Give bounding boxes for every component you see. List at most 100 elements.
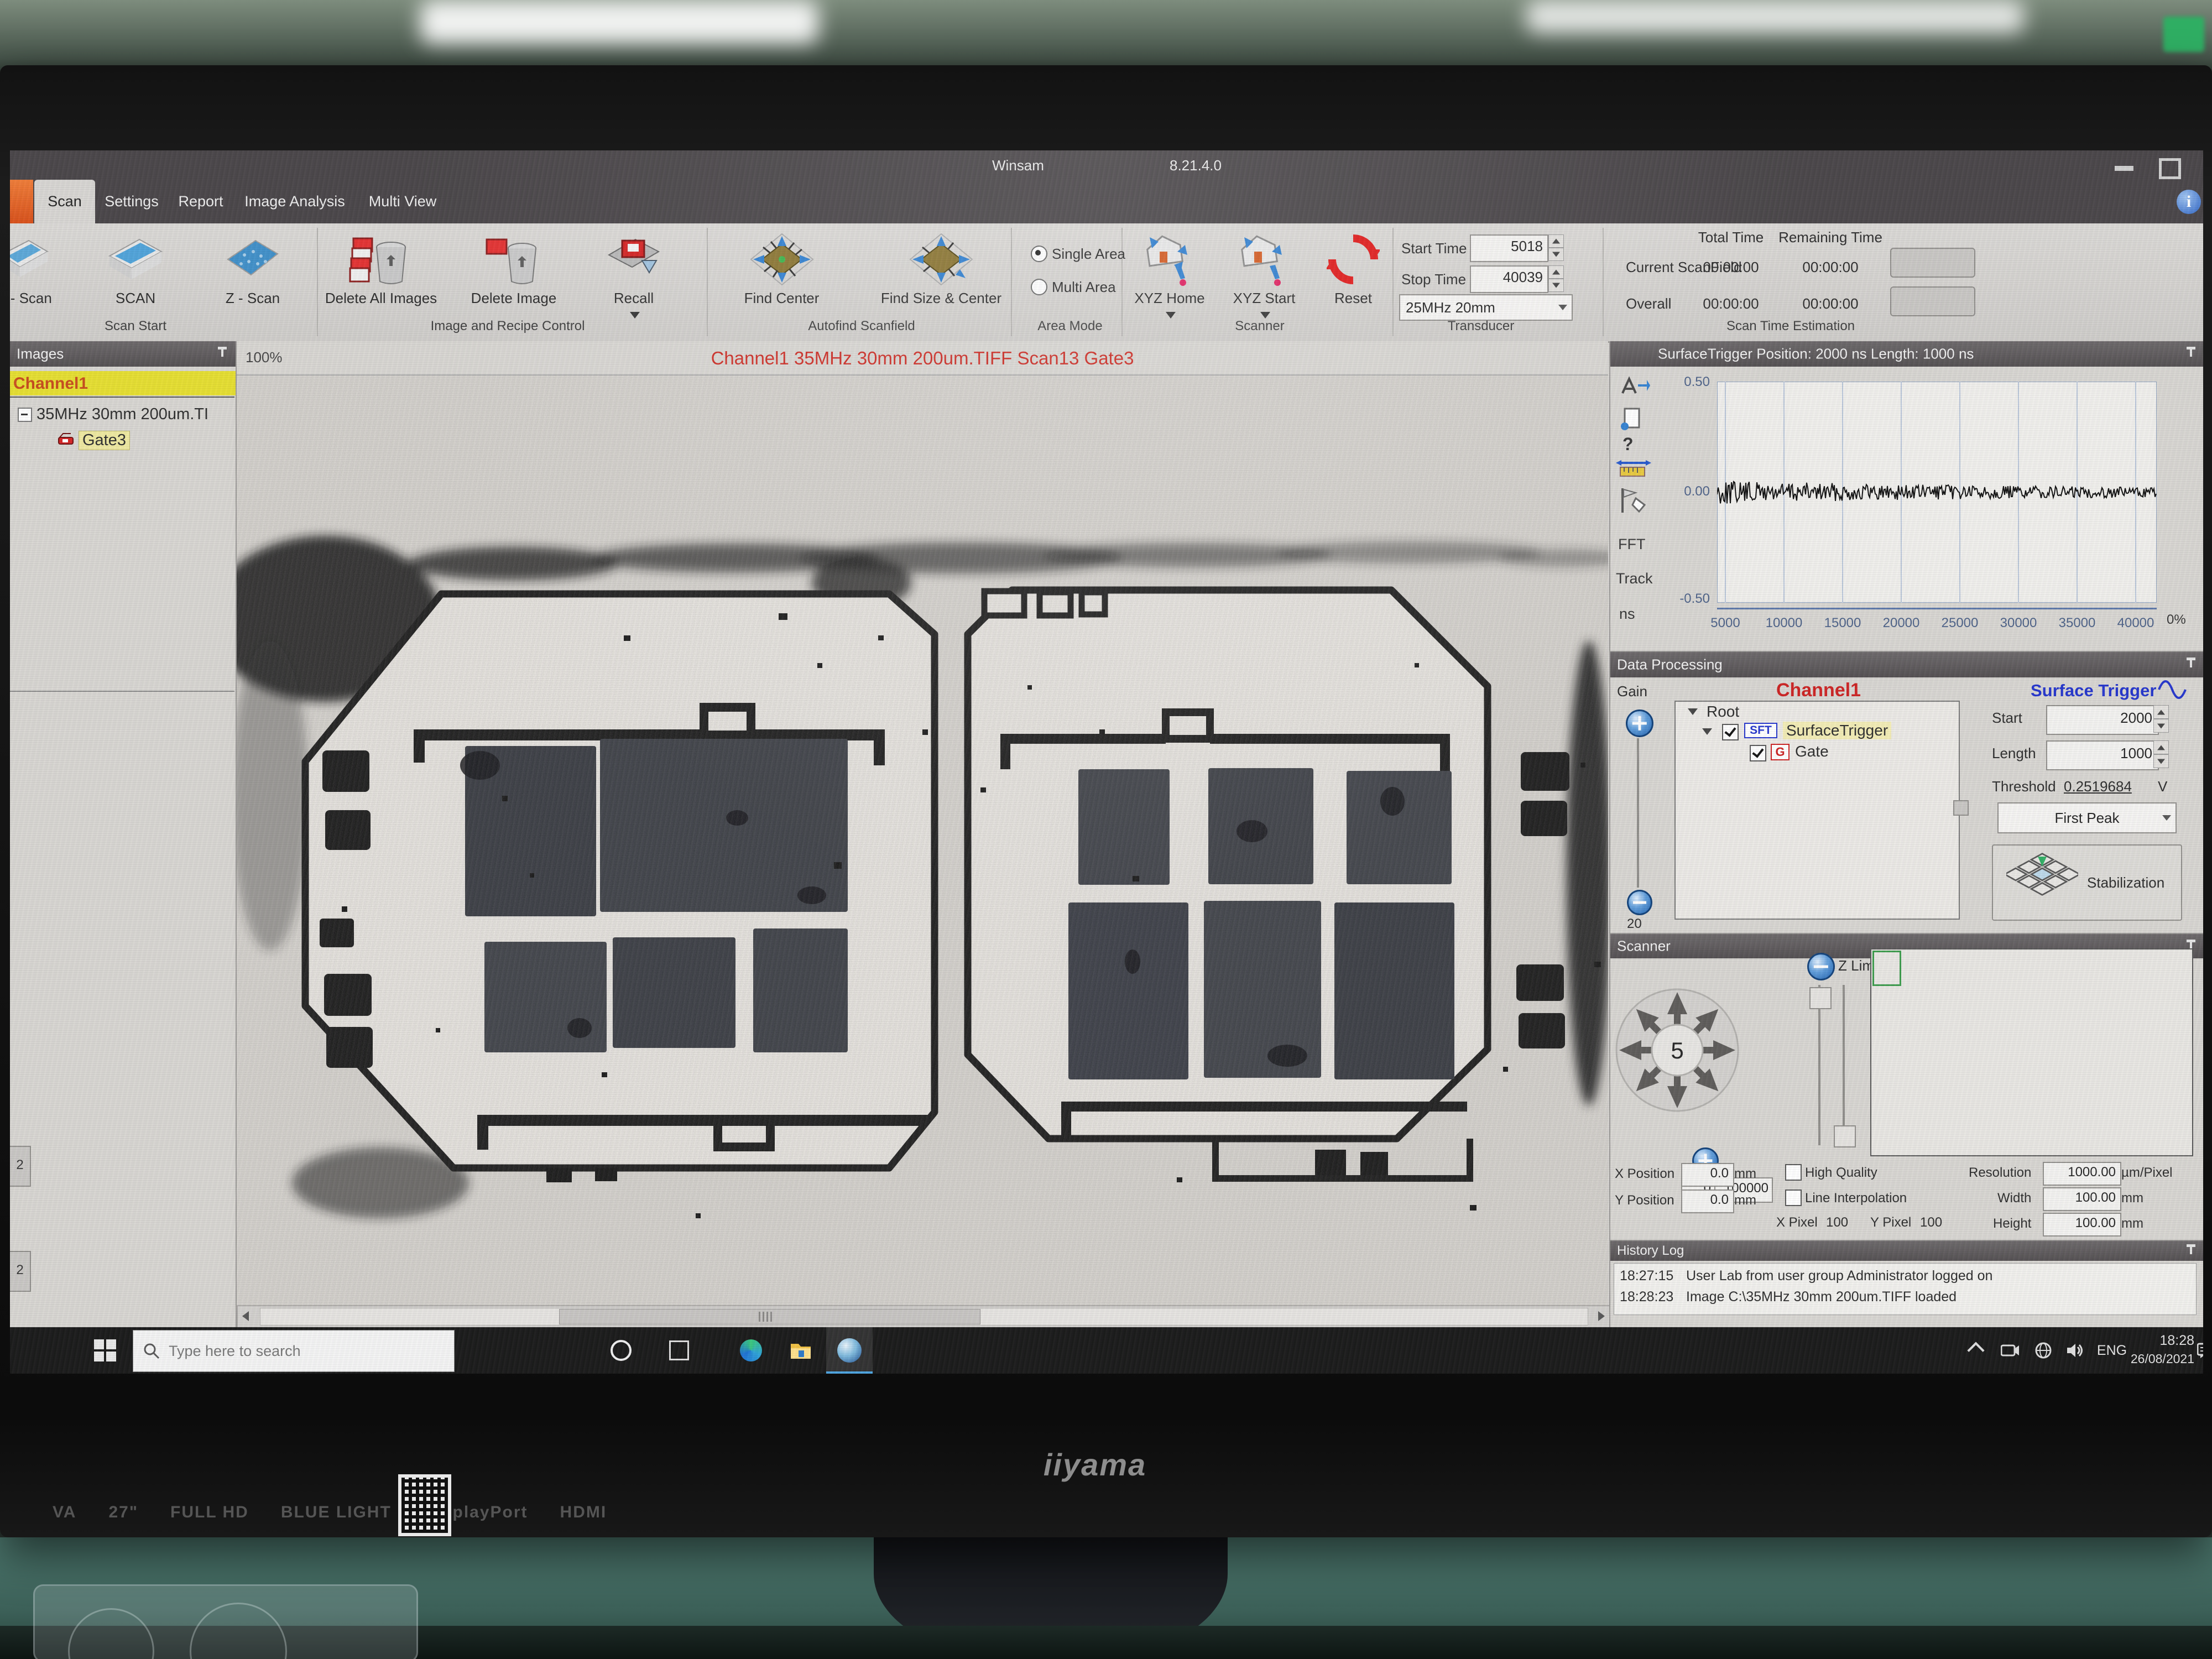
line-interpolation-checkbox[interactable]	[1785, 1190, 1802, 1206]
trigger-start-spinner[interactable]	[2153, 705, 2169, 733]
trigger-length-field[interactable]: 1000	[2046, 740, 2159, 770]
pin-icon[interactable]	[2185, 1244, 2197, 1259]
start-time-spinner[interactable]	[1548, 234, 1564, 261]
recall-button[interactable]: Recall	[598, 231, 670, 307]
acoustic-scan-image[interactable]	[237, 375, 1608, 1305]
taskbar-search[interactable]	[133, 1330, 455, 1372]
ascan-plot[interactable]	[1717, 382, 2157, 603]
track-tool[interactable]: Track	[1616, 570, 1653, 587]
edge-tab-1[interactable]: 2	[10, 1146, 31, 1187]
height-field[interactable]: 100.00	[2043, 1213, 2121, 1237]
volume-icon[interactable]	[2060, 1327, 2090, 1374]
scroll-right-arrow[interactable]	[1598, 1311, 1605, 1321]
xyz-home-dropdown-arrow[interactable]	[1166, 312, 1176, 319]
single-area-radio[interactable]	[1031, 246, 1047, 262]
trigger-length-spinner[interactable]	[2153, 740, 2169, 768]
search-input[interactable]	[168, 1342, 435, 1360]
resolution-field[interactable]: 1000.00	[2043, 1162, 2121, 1186]
xyz-start-dropdown-arrow[interactable]	[1260, 312, 1270, 319]
file-explorer-icon[interactable]	[784, 1327, 817, 1374]
tree-expander-icon[interactable]	[18, 408, 32, 422]
find-center-button[interactable]: Find Center	[731, 231, 833, 307]
camera-tray-icon[interactable]	[1995, 1327, 2025, 1374]
language-indicator[interactable]: ENG	[2093, 1327, 2131, 1374]
y-position-field[interactable]: 0.0	[1681, 1190, 1734, 1213]
help-icon[interactable]: ?	[1623, 434, 1634, 455]
stabilization-button[interactable]: Stabilization	[1992, 844, 2182, 921]
stop-time-spinner[interactable]	[1548, 265, 1564, 292]
app-menu-button[interactable]	[10, 180, 33, 223]
stop-time-field[interactable]: 40039	[1470, 265, 1548, 293]
scroll-left-arrow[interactable]	[242, 1311, 249, 1321]
cursor-page-icon[interactable]	[1619, 406, 1644, 431]
ns-tool[interactable]: ns	[1619, 606, 1635, 623]
cortana-icon[interactable]	[604, 1327, 638, 1374]
reset-button[interactable]: Reset	[1320, 231, 1386, 307]
jog-dpad[interactable]: 5	[1614, 987, 1741, 1114]
task-view-icon[interactable]	[662, 1327, 696, 1374]
maximize-button[interactable]	[2159, 158, 2181, 179]
tree-root[interactable]: Root	[1707, 703, 1739, 721]
network-globe-icon[interactable]	[2028, 1327, 2058, 1374]
width-field[interactable]: 100.00	[2043, 1187, 2121, 1211]
tray-expand-chevron[interactable]	[1962, 1327, 1990, 1374]
z-limit-knob[interactable]	[1807, 953, 1835, 980]
find-size-center-button[interactable]: Find Size & Center	[875, 231, 1008, 307]
z-scan-button[interactable]: Z - Scan	[211, 231, 294, 307]
pin-icon[interactable]	[217, 347, 228, 361]
scanfield-preview[interactable]	[1870, 948, 2193, 1156]
gain-increase-knob[interactable]	[1626, 709, 1653, 737]
delete-all-images-button[interactable]: Delete All Images	[322, 231, 440, 307]
pin-icon[interactable]	[2185, 347, 2197, 361]
gate-checkbox[interactable]	[1750, 745, 1766, 761]
tree-node-image[interactable]: 35MHz 30mm 200um.TI	[36, 405, 208, 424]
surfacetrigger-checkbox[interactable]	[1722, 724, 1739, 740]
edge-tab-2[interactable]: 2	[10, 1251, 31, 1292]
scroll-thumb[interactable]	[559, 1309, 980, 1324]
root-expander[interactable]	[1688, 708, 1698, 715]
tree-surfacetrigger[interactable]: SurfaceTrigger	[1783, 722, 1891, 739]
tab-multi-view[interactable]: Multi View	[358, 180, 447, 223]
viewer-hscrollbar[interactable]	[237, 1305, 1610, 1329]
clock-date[interactable]: 26/08/2021	[2117, 1352, 2194, 1366]
marker-flag-icon[interactable]	[1617, 486, 1648, 515]
scan-button[interactable]: SCAN	[94, 231, 177, 307]
speed-slider-track[interactable]	[1843, 985, 1845, 1145]
start-time-field[interactable]: 5018	[1470, 234, 1548, 262]
tree-gate[interactable]: Gate	[1795, 743, 1829, 760]
tree-node-gate[interactable]: Gate3	[79, 431, 130, 450]
surfacetrigger-expander[interactable]	[1702, 728, 1712, 735]
xyz-home-button[interactable]: XYZ Home	[1128, 231, 1211, 307]
winsam-app-icon[interactable]	[826, 1327, 873, 1374]
start-button[interactable]	[94, 1339, 116, 1361]
trigger-start-field[interactable]: 2000	[2046, 705, 2159, 735]
autoscale-icon[interactable]	[1617, 374, 1650, 401]
scroll-track[interactable]	[260, 1308, 1588, 1326]
fft-tool[interactable]: FFT	[1618, 536, 1645, 553]
channel-row[interactable]: Channel1	[10, 371, 236, 395]
gain-decrease-knob[interactable]	[1627, 890, 1652, 915]
multi-area-radio[interactable]	[1031, 279, 1047, 295]
scanfield-region[interactable]	[1872, 951, 1901, 986]
tab-settings[interactable]: Settings	[98, 180, 165, 223]
speed-slider-handle[interactable]	[1834, 1125, 1856, 1147]
minimize-button[interactable]	[2115, 166, 2133, 171]
threshold-value[interactable]: 0.2519684	[2064, 778, 2132, 795]
splitter-handle[interactable]	[1953, 800, 1969, 816]
info-icon[interactable]: i	[2177, 190, 2201, 214]
peak-mode-select[interactable]: First Peak	[1997, 802, 2177, 833]
tab-report[interactable]: Report	[170, 180, 231, 223]
b-scan-button[interactable]: B - Scan	[10, 231, 63, 307]
ruler-icon[interactable]	[1616, 458, 1651, 478]
z-slider-handle[interactable]	[1809, 987, 1832, 1009]
x-position-field[interactable]: 0.0	[1681, 1163, 1734, 1187]
notification-center-icon[interactable]	[2194, 1327, 2203, 1374]
recall-dropdown-arrow[interactable]	[630, 312, 640, 319]
high-quality-checkbox[interactable]	[1785, 1164, 1802, 1181]
xyz-start-button[interactable]: XYZ Start	[1223, 231, 1306, 307]
edge-browser-icon[interactable]	[734, 1327, 768, 1374]
gain-slider-track[interactable]	[1637, 738, 1639, 888]
transducer-select[interactable]: 25MHz 20mm	[1399, 294, 1573, 321]
tab-scan[interactable]: Scan	[34, 180, 95, 223]
pin-icon[interactable]	[2185, 658, 2197, 672]
